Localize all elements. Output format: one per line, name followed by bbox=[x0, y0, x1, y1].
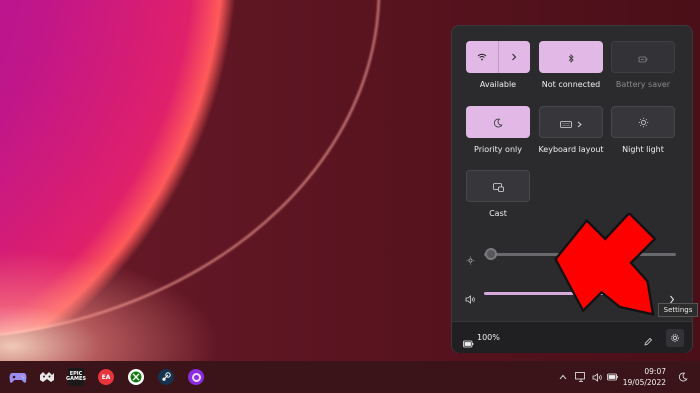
volume-icon[interactable] bbox=[592, 369, 604, 385]
red-annotation-arrow bbox=[554, 213, 657, 316]
quick-settings-footer: 100% bbox=[452, 321, 692, 353]
keyboard-icon bbox=[560, 113, 572, 132]
battery-percentage: 100% bbox=[477, 333, 500, 342]
chevron-up-icon[interactable] bbox=[558, 369, 568, 385]
focus-assist-label: Priority only bbox=[474, 145, 522, 154]
ea-icon[interactable]: EA bbox=[98, 369, 114, 385]
keyboard-layout-tile[interactable] bbox=[539, 106, 603, 138]
bluetooth-icon bbox=[568, 48, 574, 67]
chevron-right-icon bbox=[577, 113, 582, 132]
settings-gear-icon[interactable] bbox=[666, 329, 684, 347]
battery-saver-label: Battery saver bbox=[615, 80, 671, 89]
clock[interactable]: 09:07 19/05/2022 bbox=[612, 366, 666, 388]
moon-icon bbox=[493, 113, 503, 132]
ea-text: EA bbox=[101, 373, 111, 381]
speaker-icon[interactable] bbox=[465, 289, 477, 308]
app-icon[interactable] bbox=[38, 369, 56, 385]
battery-saver-tile[interactable] bbox=[611, 41, 675, 73]
epic-games-icon[interactable]: EPIC GAMES bbox=[66, 368, 86, 386]
cast-tile[interactable] bbox=[466, 170, 530, 202]
wallpaper-glow bbox=[0, 250, 220, 361]
wifi-tile[interactable] bbox=[466, 41, 530, 73]
network-icon[interactable] bbox=[574, 369, 587, 385]
gamepad-icon[interactable] bbox=[9, 369, 27, 385]
bluetooth-tile[interactable] bbox=[539, 41, 603, 73]
battery-saver-icon bbox=[638, 48, 648, 67]
brightness-icon bbox=[638, 113, 649, 132]
wifi-icon[interactable] bbox=[466, 41, 498, 73]
cast-icon bbox=[492, 177, 504, 196]
night-light-tile[interactable] bbox=[611, 106, 675, 138]
moon-icon[interactable] bbox=[677, 369, 689, 385]
circle-app-icon[interactable] bbox=[188, 369, 204, 385]
edit-pencil-icon[interactable] bbox=[643, 332, 653, 351]
epic-games-text: EPIC GAMES bbox=[66, 370, 86, 382]
night-light-label: Night light bbox=[622, 145, 664, 154]
steam-icon[interactable] bbox=[158, 369, 174, 385]
brightness-thumb[interactable] bbox=[485, 248, 497, 260]
bluetooth-label: Not connected bbox=[541, 80, 601, 89]
clock-time: 09:07 bbox=[644, 367, 666, 376]
taskbar: EPIC GAMES EA 09:07 19/05/2022 bbox=[0, 361, 700, 393]
battery-icon[interactable] bbox=[463, 333, 474, 352]
clock-date: 19/05/2022 bbox=[622, 378, 666, 387]
cast-label: Cast bbox=[489, 209, 507, 218]
wifi-label: Available bbox=[479, 80, 517, 89]
brightness-icon bbox=[466, 250, 475, 269]
focus-assist-tile[interactable] bbox=[466, 106, 530, 138]
keyboard-layout-label: Keyboard layout bbox=[538, 145, 604, 154]
chevron-right-icon[interactable] bbox=[499, 41, 531, 73]
xbox-icon[interactable] bbox=[128, 369, 144, 385]
